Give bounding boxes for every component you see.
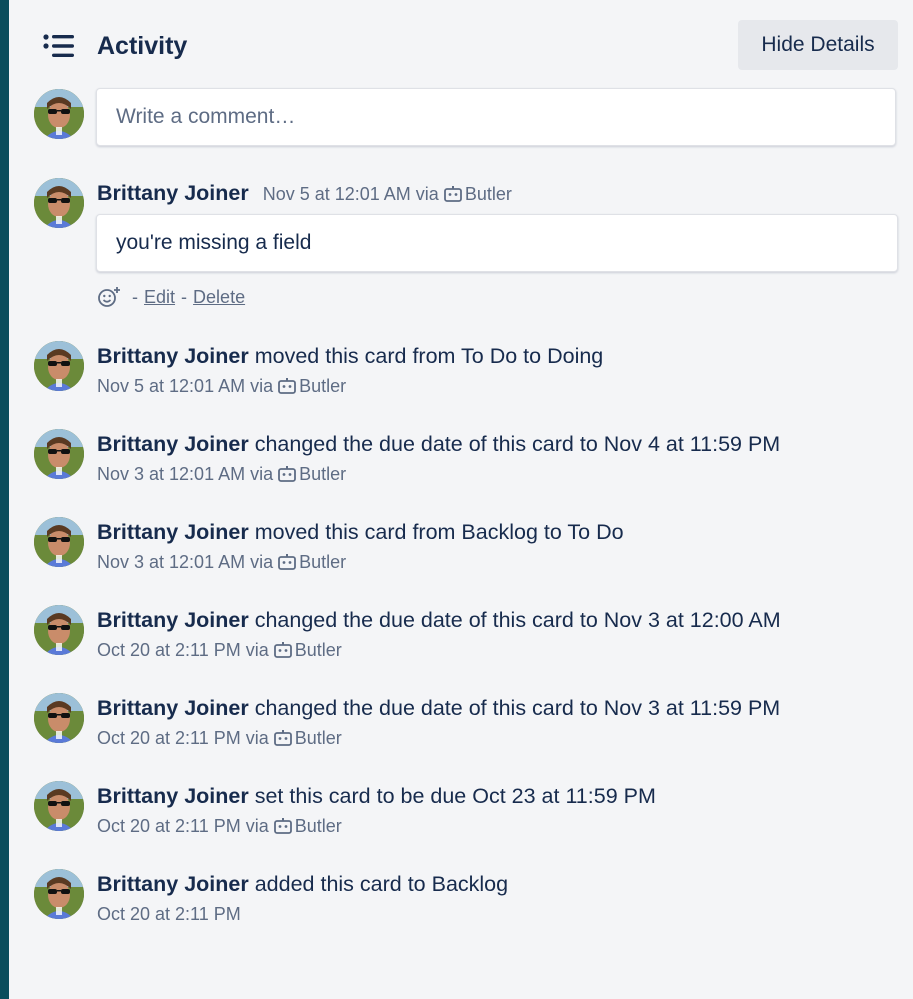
activity-timestamp[interactable]: Oct 20 at 2:11 PM via	[97, 816, 269, 836]
edit-link[interactable]: Edit	[144, 287, 175, 307]
separator: -	[132, 287, 139, 307]
activity-description: added this card to Backlog	[254, 872, 509, 896]
activity-timestamp[interactable]: Oct 20 at 2:11 PM via	[97, 728, 269, 748]
member-avatar[interactable]	[34, 178, 84, 228]
member-avatar[interactable]	[34, 517, 84, 567]
butler-label: Butler	[294, 640, 342, 660]
activity-entry: Brittany Joiner changed the due date of …	[97, 429, 897, 487]
member-avatar[interactable]	[34, 869, 84, 919]
member-avatar[interactable]	[34, 693, 84, 743]
member-name[interactable]: Brittany Joiner	[97, 520, 249, 544]
activity-entry: Brittany Joiner set this card to be due …	[97, 781, 897, 839]
activity-list-icon	[43, 34, 74, 57]
member-avatar[interactable]	[34, 429, 84, 479]
comment-actions: - Edit - Delete	[97, 284, 245, 310]
butler-label: Butler	[299, 552, 347, 572]
activity-header: Activity Hide Details	[40, 20, 898, 72]
avatar-image	[34, 693, 84, 743]
activity-description: changed the due date of this card to Nov…	[254, 696, 781, 720]
activity-meta: Oct 20 at 2:11 PM	[97, 901, 897, 927]
avatar-image	[34, 89, 84, 139]
avatar-image	[34, 517, 84, 567]
avatar-image	[34, 869, 84, 919]
activity-timestamp[interactable]: Nov 5 at 12:01 AM via	[97, 376, 273, 396]
comment-text: you're missing a field	[96, 214, 898, 272]
member-avatar[interactable]	[34, 781, 84, 831]
activity-timestamp[interactable]: Nov 3 at 12:01 AM via	[97, 552, 273, 572]
activity-description: set this card to be due Oct 23 at 11:59 …	[254, 784, 656, 808]
activity-meta: Nov 3 at 12:01 AM via Butler	[97, 461, 897, 487]
member-name[interactable]: Brittany Joiner	[97, 181, 249, 205]
add-reaction-icon[interactable]	[97, 286, 121, 308]
member-name[interactable]: Brittany Joiner	[97, 344, 249, 368]
comment-timestamp[interactable]: Nov 5 at 12:01 AM via	[263, 184, 439, 204]
butler-label: Butler	[294, 728, 342, 748]
butler-icon	[278, 466, 297, 482]
hide-details-button[interactable]: Hide Details	[738, 20, 898, 70]
activity-timestamp[interactable]: Oct 20 at 2:11 PM	[97, 904, 241, 924]
butler-icon	[273, 818, 292, 834]
current-user-avatar[interactable]	[34, 89, 84, 139]
butler-icon	[278, 378, 297, 394]
activity-entry: Brittany Joiner changed the due date of …	[97, 693, 897, 751]
member-name[interactable]: Brittany Joiner	[97, 696, 249, 720]
activity-entry: Brittany Joiner changed the due date of …	[97, 605, 897, 663]
activity-description: changed the due date of this card to Nov…	[254, 432, 781, 456]
avatar-image	[34, 781, 84, 831]
avatar-image	[34, 429, 84, 479]
activity-description: moved this card from Backlog to To Do	[254, 520, 624, 544]
butler-icon	[273, 730, 292, 746]
comment-input[interactable]	[96, 88, 896, 146]
activity-description: changed the due date of this card to Nov…	[254, 608, 781, 632]
activity-meta: Oct 20 at 2:11 PM via Butler	[97, 725, 897, 751]
activity-meta: Oct 20 at 2:11 PM via Butler	[97, 637, 897, 663]
avatar-image	[34, 341, 84, 391]
delete-link[interactable]: Delete	[193, 287, 245, 307]
butler-label: Butler	[464, 184, 512, 204]
member-name[interactable]: Brittany Joiner	[97, 608, 249, 632]
activity-meta: Nov 3 at 12:01 AM via Butler	[97, 549, 897, 575]
activity-entry: Brittany Joiner added this card to Backl…	[97, 869, 897, 927]
member-avatar[interactable]	[34, 605, 84, 655]
butler-icon	[443, 186, 462, 202]
avatar-image	[34, 178, 84, 228]
activity-title: Activity	[97, 32, 188, 60]
activity-meta: Nov 5 at 12:01 AM via Butler	[97, 373, 897, 399]
activity-timestamp[interactable]: Nov 3 at 12:01 AM via	[97, 464, 273, 484]
activity-entry: Brittany Joiner moved this card from Bac…	[97, 517, 897, 575]
member-avatar[interactable]	[34, 341, 84, 391]
butler-label: Butler	[299, 464, 347, 484]
member-name[interactable]: Brittany Joiner	[97, 432, 249, 456]
member-name[interactable]: Brittany Joiner	[97, 784, 249, 808]
activity-meta: Oct 20 at 2:11 PM via Butler	[97, 813, 897, 839]
activity-entry: Brittany Joiner moved this card from To …	[97, 341, 897, 399]
member-name[interactable]: Brittany Joiner	[97, 872, 249, 896]
separator: -	[181, 287, 188, 307]
comment-entry: Brittany Joiner Nov 5 at 12:01 AM via Bu…	[97, 178, 897, 208]
butler-icon	[278, 554, 297, 570]
activity-timestamp[interactable]: Oct 20 at 2:11 PM via	[97, 640, 269, 660]
butler-icon	[273, 642, 292, 658]
butler-label: Butler	[299, 376, 347, 396]
butler-label: Butler	[294, 816, 342, 836]
activity-description: moved this card from To Do to Doing	[254, 344, 604, 368]
avatar-image	[34, 605, 84, 655]
board-edge	[0, 0, 9, 999]
